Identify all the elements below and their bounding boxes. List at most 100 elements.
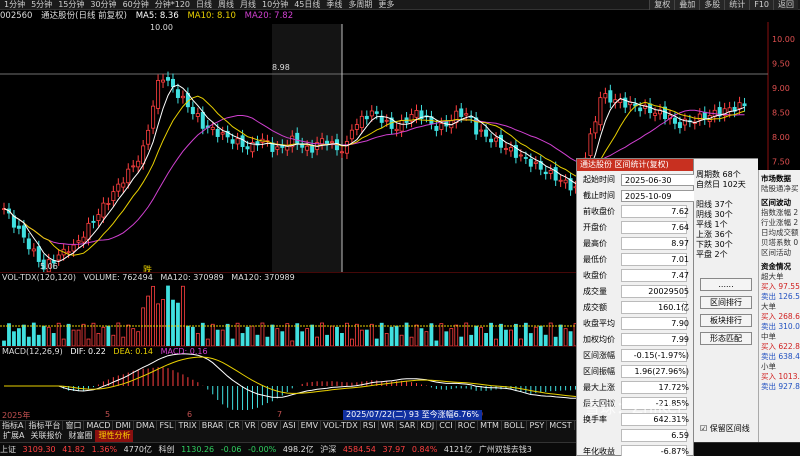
toolbar-button-3[interactable]: 统计: [724, 0, 750, 10]
volume-bar: [494, 338, 498, 346]
indicator-tab-BRAR[interactable]: BRAR: [200, 421, 227, 430]
period-tab-13[interactable]: 更多: [378, 0, 394, 10]
period-tab-6[interactable]: 日线: [196, 0, 212, 10]
indicator-tab-WR[interactable]: WR: [379, 421, 398, 430]
period-tab-10[interactable]: 45日线: [294, 0, 320, 10]
keep-range-line-checkbox[interactable]: ☑ 保留区间线: [700, 423, 750, 434]
indicator-tab-KDJ[interactable]: KDJ: [418, 421, 438, 430]
sub-tab-0[interactable]: 扩展A: [0, 430, 27, 442]
stats-value[interactable]: 2025-10-09: [621, 190, 697, 202]
period-tab-7[interactable]: 周线: [218, 0, 234, 10]
info-line: 买入 268.6: [761, 312, 800, 321]
volume-bar: [26, 336, 31, 346]
candle-body: [101, 202, 106, 218]
stats-value: 7.47: [671, 271, 689, 280]
indicator-tab-MCST[interactable]: MCST: [547, 421, 575, 430]
candle-body: [543, 171, 548, 175]
candle-body: [111, 191, 116, 201]
candle-body: [26, 238, 31, 250]
stats-count-line: 阳线 37个: [696, 200, 733, 209]
candle-body: [275, 146, 280, 150]
candle-body: [81, 236, 86, 243]
info-line: 卖出 126.5: [761, 292, 800, 301]
indicator-tab-TRIX[interactable]: TRIX: [176, 421, 200, 430]
right-toolbar-buttons: 复权 叠加 多股 统计 F10 返回: [649, 0, 798, 10]
period-tab-3[interactable]: 30分钟: [90, 0, 116, 10]
volume-bar: [514, 323, 518, 346]
indicator-tab-SAR[interactable]: SAR: [397, 421, 419, 430]
candle-body: [369, 110, 374, 117]
indicator-tab-CR[interactable]: CR: [227, 421, 243, 430]
volume-bar: [409, 336, 414, 346]
toolbar-button-5[interactable]: 返回: [773, 0, 798, 10]
volume-bar: [310, 324, 315, 346]
volume-bar: [265, 336, 270, 346]
indicator-tab-VR[interactable]: VR: [243, 421, 259, 430]
volume-bar: [36, 334, 41, 346]
indicator-tab-CCI[interactable]: CCI: [437, 421, 456, 430]
toolbar-button-4[interactable]: F10: [749, 0, 773, 10]
indicator-tab-窗口[interactable]: 窗口: [63, 421, 85, 430]
candle-body: [76, 240, 81, 243]
period-tab-11[interactable]: 季线: [326, 0, 342, 10]
volume-bar: [568, 331, 573, 346]
stats-button-2[interactable]: 板块排行: [700, 314, 752, 327]
indicator-tab-指标A[interactable]: 指标A: [0, 421, 27, 430]
period-tab-12[interactable]: 多周期: [348, 0, 372, 10]
candle-body: [553, 167, 558, 181]
sub-tab-2[interactable]: 财富圈: [65, 430, 95, 442]
period-tab-0[interactable]: 1分钟: [4, 0, 25, 10]
indicator-tab-ROC[interactable]: ROC: [456, 421, 479, 430]
indicator-tab-MACD[interactable]: MACD: [84, 421, 114, 430]
volume-bar: [56, 322, 61, 346]
indicator-tab-EMV[interactable]: EMV: [299, 421, 322, 430]
indicator-tab-VOL-TDX[interactable]: VOL-TDX: [321, 421, 361, 430]
volume-bar: [280, 331, 285, 346]
stats-row[interactable]: 起始时间 2025-06-30: [581, 173, 697, 187]
stats-row: 年化收益 -6.87%: [581, 445, 691, 456]
period-tab-5[interactable]: 分钟*120: [155, 0, 190, 10]
info-line: 大单: [761, 302, 776, 311]
indicator-tab-BOLL[interactable]: BOLL: [502, 421, 528, 430]
indicator-tab-指标平台[interactable]: 指标平台: [26, 421, 64, 430]
sub-tab-1[interactable]: 关联报价: [27, 430, 65, 442]
indicator-tab-ASI[interactable]: ASI: [281, 421, 299, 430]
indicator-tab-RSI[interactable]: RSI: [361, 421, 379, 430]
volume-bar: [255, 334, 260, 346]
info-line: 行业涨幅 2: [761, 218, 799, 227]
stats-button-3[interactable]: 形态匹配: [700, 332, 752, 345]
stats-row: 区间振幅 1.96(27.96%): [581, 365, 691, 379]
indicator-tab-PSY[interactable]: PSY: [527, 421, 548, 430]
indicator-tab-DMI[interactable]: DMI: [113, 421, 134, 430]
volume-bar: [275, 328, 280, 346]
stats-key: 收盘平均: [583, 319, 615, 328]
indicator-tab-OBV[interactable]: OBV: [259, 421, 281, 430]
stats-key: 区间涨幅: [583, 351, 615, 360]
candle-body: [623, 97, 628, 108]
stats-button-0[interactable]: ......: [700, 278, 752, 291]
start-level-annotation: 8.98: [272, 63, 290, 72]
indicator-tab-MTM[interactable]: MTM: [478, 421, 502, 430]
period-tab-4[interactable]: 60分钟: [123, 0, 149, 10]
candle-body: [71, 244, 76, 252]
sub-tab-3[interactable]: 理性分析: [95, 430, 134, 442]
indicator-tab-DMA[interactable]: DMA: [134, 421, 158, 430]
indicator-tab-FSL[interactable]: FSL: [157, 421, 177, 430]
period-tab-1[interactable]: 5分钟: [31, 0, 52, 10]
news-ticker[interactable]: 广州双钱去钱3: [479, 445, 532, 454]
candle-body: [638, 107, 643, 112]
toolbar-button-1[interactable]: 叠加: [674, 0, 700, 10]
toolbar-button-0[interactable]: 复权: [649, 0, 675, 10]
volume-bar: [533, 326, 538, 346]
macd-legend: MACD(12,26,9) DIF: 0.22 DEA: 0.14 MACD: …: [2, 347, 213, 356]
stats-row[interactable]: 截止时间 2025-10-09: [581, 189, 697, 203]
period-tab-9[interactable]: 10分钟: [262, 0, 288, 10]
volume-bar: [91, 322, 96, 346]
stats-button-1[interactable]: 区间排行: [700, 296, 752, 309]
toolbar-button-2[interactable]: 多股: [699, 0, 725, 10]
period-tab-8[interactable]: 月线: [240, 0, 256, 10]
kc-label: 科创: [158, 445, 175, 454]
period-tab-2[interactable]: 15分钟: [58, 0, 84, 10]
signal-annotation: 跌: [143, 265, 152, 272]
stats-value[interactable]: 2025-06-30: [621, 174, 697, 186]
